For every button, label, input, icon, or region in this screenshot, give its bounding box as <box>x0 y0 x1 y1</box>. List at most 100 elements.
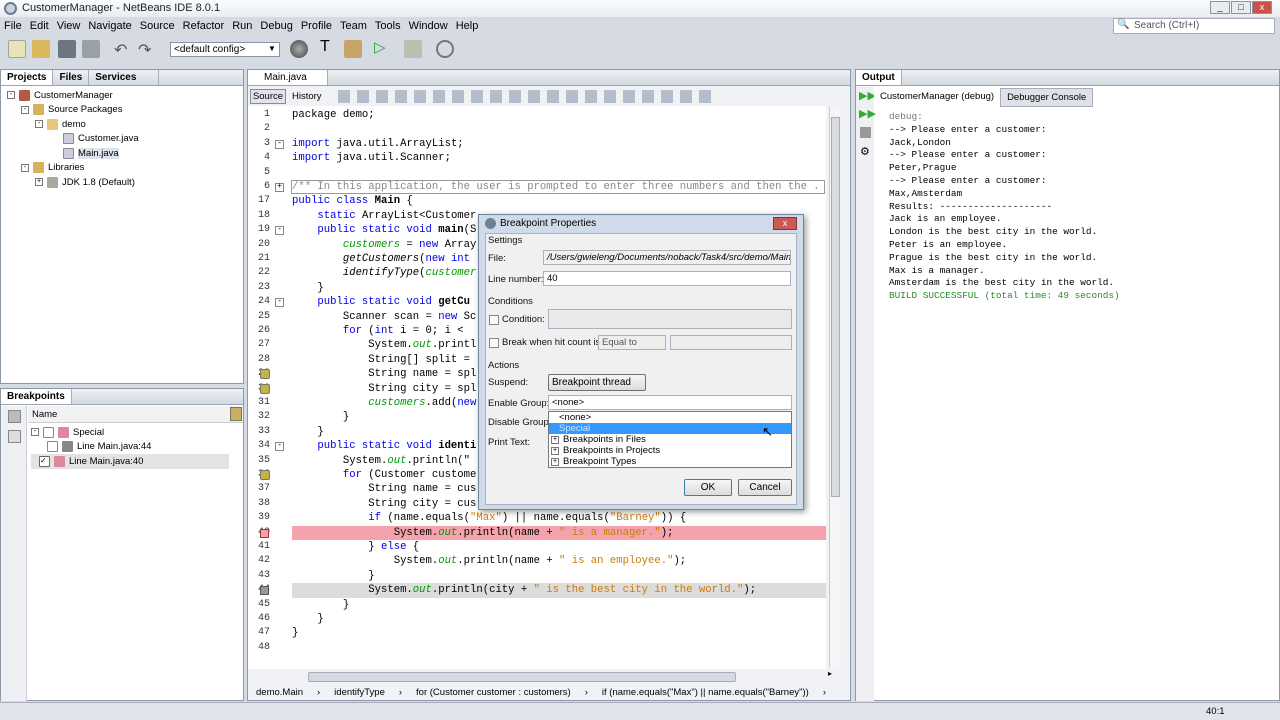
tab-projects[interactable]: Projects <box>1 70 54 85</box>
breadcrumb-for[interactable]: for (Customer customer : customers) <box>416 687 571 699</box>
checkbox[interactable] <box>43 426 54 438</box>
line-number[interactable]: 21 <box>248 252 270 266</box>
code-line[interactable]: 1 package demo; <box>248 108 826 122</box>
fold-collapse-icon[interactable]: - <box>275 442 284 452</box>
code-line[interactable]: 2 <box>248 122 826 136</box>
fold-expand-icon[interactable]: + <box>275 183 284 192</box>
run-icon[interactable]: ▷ <box>374 38 386 56</box>
line-number[interactable]: 34 <box>248 439 270 453</box>
breadcrumb-if[interactable]: if (name.equals("Max") || name.equals("B… <box>602 687 809 699</box>
tree-item-project[interactable]: - CustomerManager <box>7 88 243 103</box>
stop-icon[interactable] <box>860 127 871 138</box>
history-tab[interactable]: History <box>292 89 322 104</box>
code-line[interactable]: 42 System.out.println(name + " is an emp… <box>248 554 826 568</box>
code-line[interactable]: 6 + /** In this application, the user is p… <box>248 180 826 194</box>
code-line[interactable]: 17 public class Main { <box>248 194 826 208</box>
line-number[interactable]: 32 <box>248 410 270 424</box>
line-number[interactable]: 33 <box>248 425 270 439</box>
line-number[interactable]: 46 <box>248 612 270 626</box>
tree-item-jdk[interactable]: + JDK 1.8 (Default) <box>7 175 243 190</box>
hitcount-value-field[interactable] <box>670 335 792 350</box>
line-number[interactable]: 2 <box>248 122 270 136</box>
line-number[interactable]: 43 <box>248 569 270 583</box>
ok-button[interactable]: OK <box>684 479 732 496</box>
line-number[interactable]: 1 <box>248 108 270 122</box>
line-number-field[interactable]: 40 <box>543 271 791 286</box>
clean-build-icon[interactable] <box>344 40 362 58</box>
code-line[interactable]: 47} <box>248 626 826 640</box>
menu-edit[interactable]: Edit <box>26 18 53 34</box>
search-input[interactable]: Search (Ctrl+I) <box>1113 18 1275 34</box>
menu-view[interactable]: View <box>53 18 85 34</box>
tab-files[interactable]: Files <box>53 70 90 85</box>
line-number[interactable]: 38 <box>248 497 270 511</box>
collapse-icon[interactable]: - <box>35 120 43 129</box>
conditional-breakpoint-icon[interactable] <box>260 470 270 480</box>
code-line[interactable]: 48 <box>248 641 826 655</box>
tab-customermanager-debug[interactable]: CustomerManager (debug) <box>874 88 1001 107</box>
line-number[interactable]: 37 <box>248 482 270 496</box>
scroll-right-icon[interactable]: ▸ <box>828 669 840 681</box>
menu-file[interactable]: File <box>0 18 26 34</box>
collapse-icon[interactable]: - <box>31 428 39 437</box>
conditional-breakpoint-icon[interactable] <box>260 369 270 380</box>
fold-collapse-icon[interactable]: - <box>275 139 284 149</box>
tree-item-customer-java[interactable]: Customer.java <box>7 132 243 147</box>
code-line[interactable]: 39 if (name.equals("Max") || name.equals… <box>248 511 826 525</box>
tree-item-source-packages[interactable]: - Source Packages <box>7 103 243 118</box>
line-number[interactable]: 20 <box>248 238 270 252</box>
new-breakpoint-icon[interactable] <box>8 410 21 423</box>
tree-item-libraries[interactable]: - Libraries <box>7 161 243 176</box>
tab-breakpoints[interactable]: Breakpoints <box>1 389 72 404</box>
line-number[interactable]: 24 <box>248 295 270 309</box>
menu-window[interactable]: Window <box>405 18 452 34</box>
code-line[interactable]: 46 } <box>248 612 826 626</box>
condition-field[interactable] <box>548 309 792 329</box>
option-breakpoints-in-files[interactable]: + Breakpoints in Files <box>549 434 791 445</box>
profile-icon[interactable] <box>436 40 454 58</box>
dialog-close-button[interactable]: x <box>773 217 797 230</box>
line-number[interactable]: 26 <box>248 324 270 338</box>
file-field[interactable]: /Users/gwieleng/Documents/noback/Task4/s… <box>543 250 791 265</box>
hitcount-operator-select[interactable]: Equal to <box>598 335 666 350</box>
menu-run[interactable]: Run <box>228 18 256 34</box>
build-hammer-icon[interactable]: T <box>320 38 330 56</box>
menu-refactor[interactable]: Refactor <box>179 18 229 34</box>
debug-icon[interactable] <box>404 40 422 58</box>
suspend-select[interactable]: Breakpoint thread <box>548 374 646 391</box>
line-number[interactable]: 5 <box>248 166 270 180</box>
close-button[interactable]: x <box>1252 1 1272 14</box>
line-number[interactable]: 48 <box>248 641 270 655</box>
breakpoint-line-40[interactable]: ✓ Line Main.java:40 <box>31 454 229 469</box>
menu-navigate[interactable]: Navigate <box>84 18 135 34</box>
line-number[interactable]: 22 <box>248 266 270 280</box>
editor-toolbar-icons[interactable] <box>338 90 718 103</box>
line-number[interactable]: 47 <box>248 626 270 640</box>
cancel-button[interactable]: Cancel <box>738 479 792 496</box>
tree-item-main-java[interactable]: Main.java <box>7 146 243 161</box>
config-select[interactable]: <default config> <box>170 42 280 57</box>
undo-icon[interactable]: ↶ <box>114 40 127 60</box>
new-project-icon[interactable] <box>32 40 50 58</box>
redo-icon[interactable]: ↷ <box>138 40 151 60</box>
browser-icon[interactable] <box>290 40 308 58</box>
line-number[interactable]: 17 <box>248 194 270 208</box>
disabled-breakpoint-icon[interactable] <box>260 586 269 596</box>
tab-output[interactable]: Output <box>856 70 902 85</box>
checkbox-checked[interactable]: ✓ <box>39 455 50 467</box>
line-number[interactable]: 19 <box>248 223 270 237</box>
line-number[interactable]: 39 <box>248 511 270 525</box>
checkbox[interactable] <box>47 441 58 453</box>
menu-help[interactable]: Help <box>452 18 483 34</box>
line-number[interactable]: 4 <box>248 151 270 165</box>
menu-source[interactable]: Source <box>136 18 179 34</box>
menu-team[interactable]: Team <box>336 18 371 34</box>
line-number[interactable]: 42 <box>248 554 270 568</box>
line-number[interactable]: 41 <box>248 540 270 554</box>
tab-services[interactable]: Services <box>89 70 160 85</box>
enable-group-select[interactable]: <none> <box>548 395 792 410</box>
code-line[interactable]: 43 } <box>248 569 826 583</box>
code-line[interactable]: 3- import java.util.ArrayList; <box>248 137 826 151</box>
code-line[interactable]: 45 } <box>248 598 826 612</box>
fold-collapse-icon[interactable]: - <box>275 226 284 236</box>
